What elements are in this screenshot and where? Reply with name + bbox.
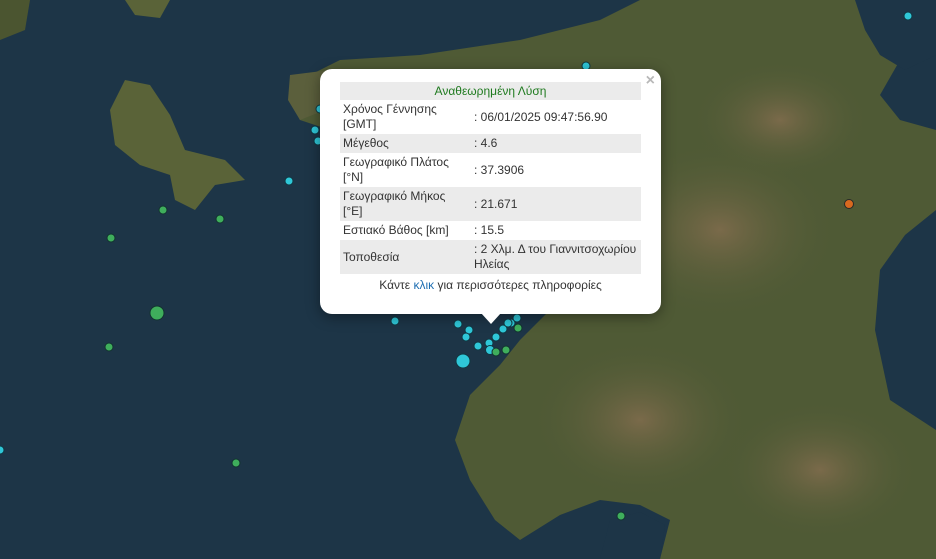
earthquake-marker[interactable] [491,332,501,342]
popup-content: Αναθεωρημένη Λύση Χρόνος Γέννησης [GMT] … [340,82,641,292]
close-icon[interactable]: × [646,71,655,91]
earthquake-marker[interactable] [473,341,483,351]
earthquake-marker[interactable] [461,332,471,342]
table-row: Εστιακό Βάθος [km] : 15.5 [340,221,641,240]
earthquake-popup: × Αναθεωρημένη Λύση Χρόνος Γέννησης [GMT… [320,69,661,314]
more-info-link[interactable]: κλικ [413,278,434,292]
depth-value: : 15.5 [474,223,505,237]
more-info-line: Κάντε κλικ για περισσότερες πληροφορίες [340,278,641,292]
table-row: Τοποθεσία : 2 Χλμ. Δ του Γιαννιτσοχωρίου… [340,240,641,274]
earthquake-marker[interactable] [106,233,116,243]
popup-tip [481,313,501,324]
table-row: Γεωγραφικό Μήκος [°E] : 21.671 [340,187,641,221]
popup-title: Αναθεωρημένη Λύση [340,82,641,100]
earthquake-marker[interactable] [310,125,320,135]
earthquake-marker[interactable] [455,353,471,369]
magnitude-value: : 4.6 [466,134,641,153]
earthquake-marker[interactable] [503,318,513,328]
earthquake-marker[interactable] [903,11,913,21]
table-row: Γεωγραφικό Πλάτος [°N] : 37.3906 [340,153,641,187]
table-row: Χρόνος Γέννησης [GMT] : 06/01/2025 09:47… [340,100,641,134]
earthquake-marker[interactable] [512,313,522,323]
earthquake-marker[interactable] [215,214,225,224]
earthquake-marker[interactable] [501,345,511,355]
origin-time-label: Χρόνος Γέννησης [GMT] [343,102,437,131]
earthquake-marker[interactable] [149,305,165,321]
earthquake-marker[interactable] [158,205,168,215]
earthquake-marker[interactable] [104,342,114,352]
longitude-label: Γεωγραφικό Μήκος [°E] [340,187,466,221]
longitude-value: : 21.671 [466,187,641,221]
earthquake-marker[interactable] [616,511,626,521]
table-row: Μέγεθος : 4.6 [340,134,641,153]
earthquake-info-table: Χρόνος Γέννησης [GMT] : 06/01/2025 09:47… [340,100,641,274]
earthquake-marker[interactable] [513,323,523,333]
more-info-suffix: για περισσότερες πληροφορίες [434,278,602,292]
location-label: Τοποθεσία [340,240,466,274]
latitude-label: Γεωγραφικό Πλάτος [°N] [343,155,449,184]
earthquake-marker[interactable] [491,347,501,357]
earthquake-marker[interactable] [453,319,463,329]
origin-time-value: : 06/01/2025 09:47:56.90 [474,109,608,124]
earthquake-marker[interactable] [231,458,241,468]
location-value: : 2 Χλμ. Δ του Γιαννιτσοχωρίου Ηλείας [466,240,641,274]
latitude-value: : 37.3906 [474,162,525,177]
earthquake-marker[interactable] [284,176,294,186]
depth-label: Εστιακό Βάθος [km] [343,223,449,237]
magnitude-label: Μέγεθος [340,134,466,153]
more-info-prefix: Κάντε [379,278,414,292]
earthquake-marker[interactable] [844,199,854,209]
earthquake-marker[interactable] [390,316,400,326]
